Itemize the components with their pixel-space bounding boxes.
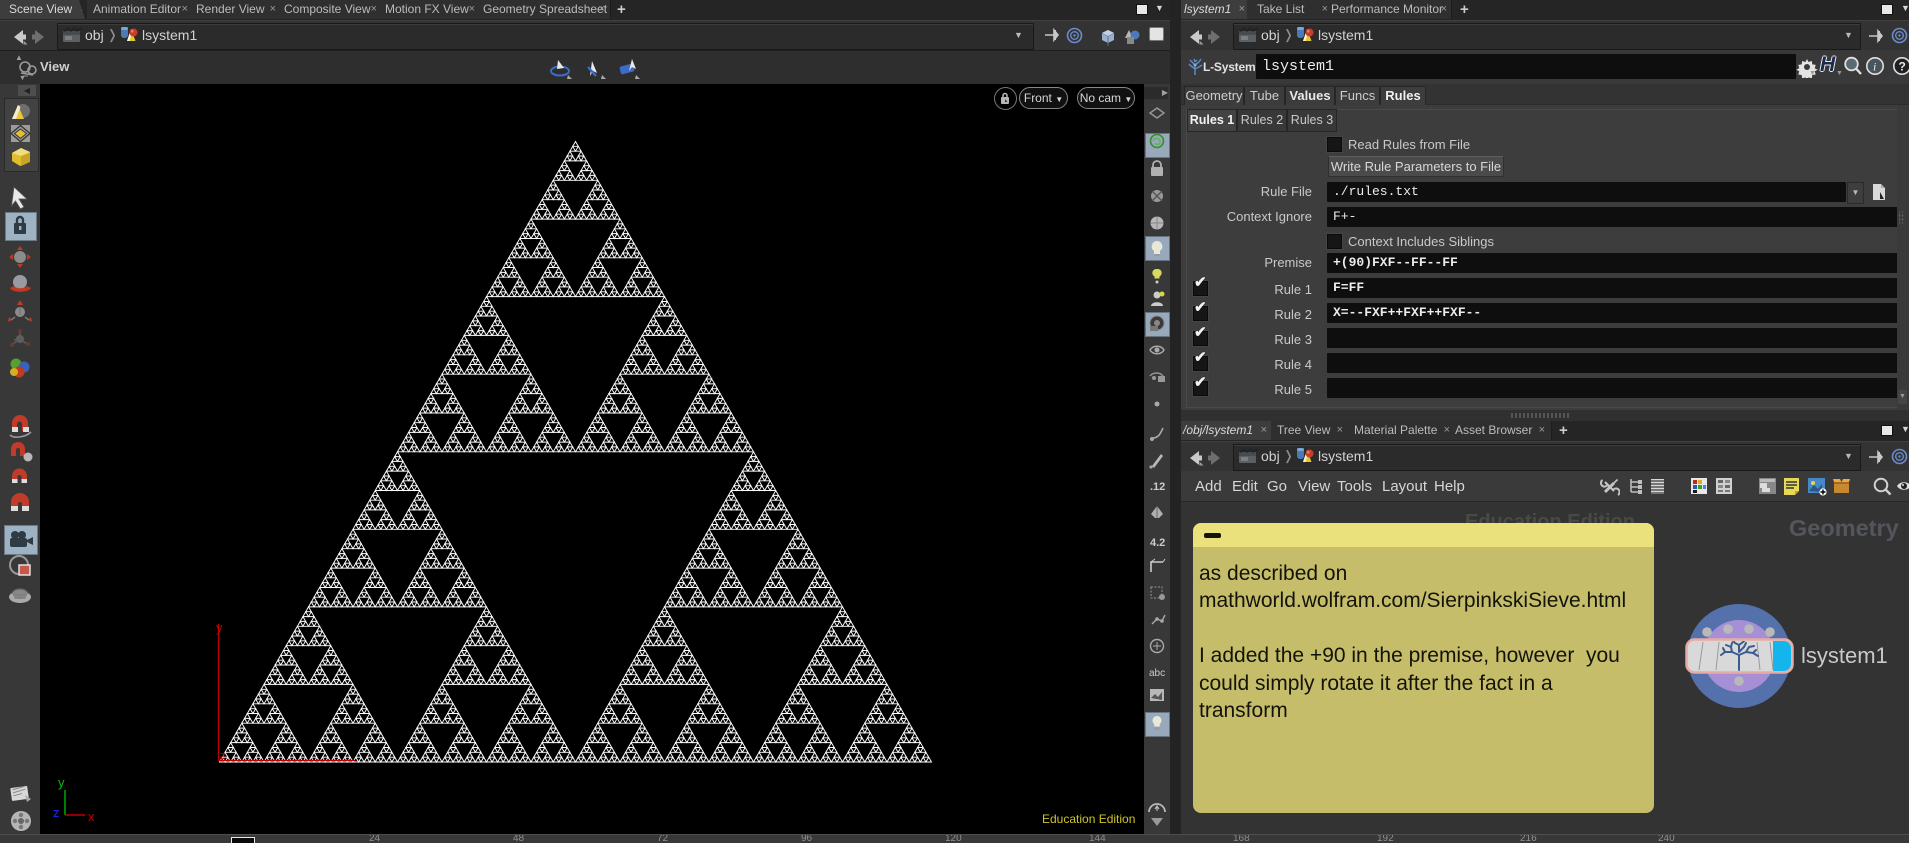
svg-text:abc: abc [1149,668,1165,679]
svg-text:Education Edition: Education Edition [1042,812,1135,826]
svg-text:z: z [220,750,226,762]
svg-text:x: x [88,809,95,824]
svg-text:4.2: 4.2 [1150,537,1165,549]
svg-text:.12: .12 [1150,481,1165,493]
svg-text:y: y [216,620,223,635]
svg-text:i: i [1873,60,1876,74]
svg-text:?: ? [1899,60,1906,74]
svg-text:y: y [58,775,65,790]
svg-text:z: z [53,805,60,820]
